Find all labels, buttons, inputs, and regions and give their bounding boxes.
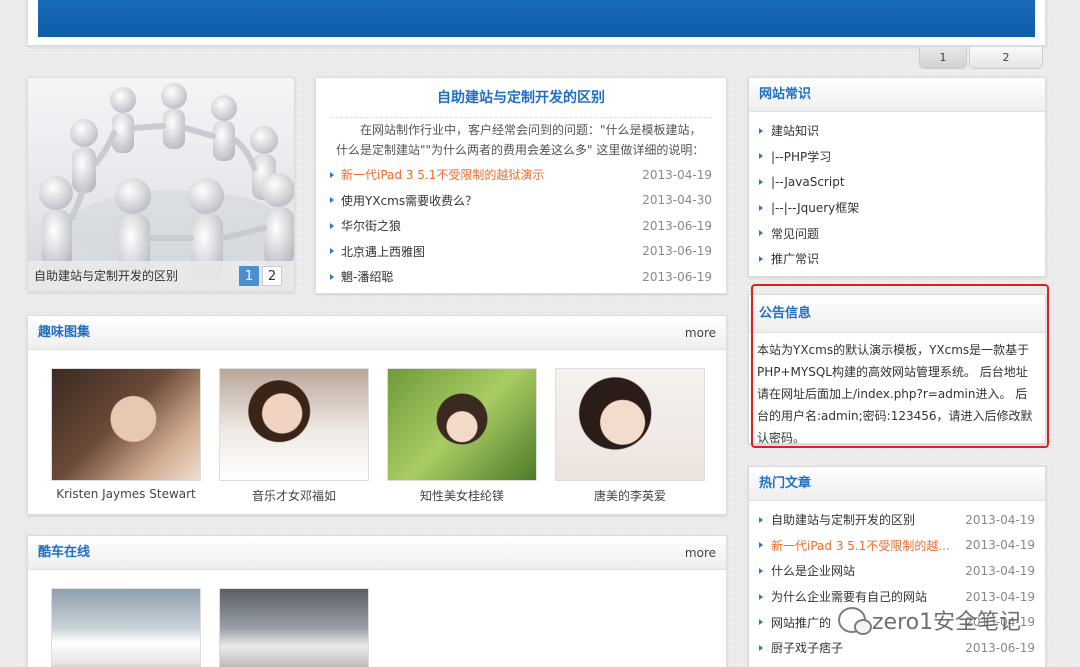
bullet-icon <box>330 222 334 229</box>
knowledge-header: 网站常识 <box>749 78 1045 112</box>
hot-articles-list: 自助建站与定制开发的区别 2013-04-19 新一代iPad 3 5.1不受限制… <box>749 501 1045 661</box>
list-item[interactable]: |--JavaScript <box>759 169 1035 195</box>
banner-page-1[interactable]: 1 <box>919 47 967 69</box>
bullet-icon <box>759 567 763 574</box>
gallery-item[interactable]: 唐美的李英爱 <box>555 368 705 504</box>
bullet-icon <box>759 516 763 523</box>
list-item[interactable]: 新一代iPad 3 5.1不受限制的越... 2013-04-19 <box>759 533 1035 559</box>
hot-articles-header: 热门文章 <box>749 467 1045 501</box>
people-circle-illustration <box>39 83 294 280</box>
knowledge-list: 建站知识 |--PHP学习 |--JavaScript |--|--Jquery… <box>749 112 1045 272</box>
banner-page-2[interactable]: 2 <box>969 47 1043 69</box>
bullet-icon <box>759 593 763 600</box>
gallery-caption[interactable]: Kristen Jaymes Stewart <box>51 487 201 501</box>
banner-bar <box>38 0 1035 37</box>
list-item[interactable]: 建站知识 <box>759 118 1035 144</box>
hot-articles-section: 热门文章 自助建站与定制开发的区别 2013-04-19 新一代iPad 3 5.… <box>748 466 1046 667</box>
list-item[interactable]: 常见问题 <box>759 220 1035 246</box>
headline-news-list: 新一代iPad 3 5.1不受限制的越狱演示 2013-04-19 使用YXcms… <box>330 162 712 290</box>
bullet-icon <box>759 255 763 262</box>
gallery-photo[interactable] <box>555 368 705 481</box>
gallery-caption[interactable]: 知性美女桂纶镁 <box>387 487 537 504</box>
cars-thumbnails <box>28 570 726 667</box>
gallery-section: 趣味图集 more Kristen Jaymes Stewart 音乐才女邓福如… <box>27 315 727 515</box>
gallery-thumbnails: Kristen Jaymes Stewart 音乐才女邓福如 知性美女桂纶镁 唐… <box>28 350 726 504</box>
gallery-header: 趣味图集 more <box>28 316 726 350</box>
gallery-photo[interactable] <box>51 368 201 481</box>
gallery-item[interactable]: 音乐才女邓福如 <box>219 368 369 504</box>
cars-title: 酷车在线 <box>38 545 91 560</box>
gallery-item[interactable]: Kristen Jaymes Stewart <box>51 368 201 504</box>
hot-articles-title: 热门文章 <box>759 476 812 491</box>
bullet-icon <box>759 204 763 211</box>
bullet-icon <box>330 171 334 178</box>
gallery-title: 趣味图集 <box>38 325 91 340</box>
list-item[interactable]: |--|--Jquery框架 <box>759 195 1035 221</box>
bullet-icon <box>759 178 763 185</box>
notice-header: 公告信息 <box>749 295 1045 333</box>
top-banner <box>27 0 1046 46</box>
gallery-caption[interactable]: 音乐才女邓福如 <box>219 487 369 504</box>
gallery-photo[interactable] <box>387 368 537 481</box>
bullet-icon <box>330 197 334 204</box>
banner-pager: 1 2 <box>919 47 1043 69</box>
slideshow[interactable]: 自助建站与定制开发的区别 1 2 <box>27 77 295 292</box>
slideshow-image[interactable] <box>28 78 294 291</box>
list-item[interactable]: 什么是企业网站 2013-04-19 <box>759 558 1035 584</box>
knowledge-section: 网站常识 建站知识 |--PHP学习 |--JavaScript |--|--J… <box>748 77 1046 277</box>
notice-body: 本站为YXcms的默认演示模板，YXcms是一款基于PHP+MYSQL构建的高效… <box>757 343 1033 445</box>
bullet-icon <box>759 153 763 160</box>
slideshow-pager: 1 2 <box>239 266 282 286</box>
gallery-photo[interactable] <box>219 368 369 481</box>
gallery-caption[interactable]: 唐美的李英爱 <box>555 487 705 504</box>
list-item[interactable]: |--PHP学习 <box>759 144 1035 170</box>
list-item[interactable]: 华尔街之狼 2013-06-19 <box>330 213 712 239</box>
cars-header: 酷车在线 more <box>28 536 726 570</box>
list-item[interactable]: 新一代iPad 3 5.1不受限制的越狱演示 2013-04-19 <box>330 162 712 188</box>
bullet-icon <box>759 230 763 237</box>
bullet-icon <box>759 644 763 651</box>
headline-title[interactable]: 自助建站与定制开发的区别 <box>330 78 712 118</box>
list-item[interactable]: 推广常识 <box>759 246 1035 272</box>
bullet-icon <box>759 619 763 626</box>
bullet-icon <box>330 273 334 280</box>
bullet-icon <box>330 248 334 255</box>
list-item[interactable]: 北京遇上西雅图 2013-06-19 <box>330 239 712 265</box>
car-photo[interactable] <box>219 588 369 667</box>
watermark-text: zero1安全笔记 <box>872 610 1022 635</box>
list-item[interactable]: 自助建站与定制开发的区别 2013-04-19 <box>759 507 1035 533</box>
cars-section: 酷车在线 more <box>27 535 727 667</box>
slide-page-1[interactable]: 1 <box>239 266 259 286</box>
gallery-item[interactable]: 知性美女桂纶镁 <box>387 368 537 504</box>
cars-more-link[interactable]: more <box>685 536 716 569</box>
list-item[interactable]: 厨子戏子痞子 2013-06-19 <box>759 635 1035 661</box>
wechat-icon <box>838 607 872 635</box>
gallery-more-link[interactable]: more <box>685 316 716 349</box>
headline-description: 在网站制作行业中，客户经常会问到的问题："什么是模板建站，什么是定制建站""为什… <box>336 123 705 157</box>
knowledge-title: 网站常识 <box>759 87 812 102</box>
headline-news: 自助建站与定制开发的区别 在网站制作行业中，客户经常会问到的问题："什么是模板建… <box>315 77 727 294</box>
notice-title: 公告信息 <box>759 306 812 321</box>
car-photo[interactable] <box>51 588 201 667</box>
list-item[interactable]: 魍-潘绍聪 2013-06-19 <box>330 264 712 290</box>
notice-section: 公告信息 本站为YXcms的默认演示模板，YXcms是一款基于PHP+MYSQL… <box>748 294 1046 445</box>
bullet-icon <box>759 542 763 549</box>
slide-page-2[interactable]: 2 <box>262 266 282 286</box>
bullet-icon <box>759 127 763 134</box>
watermark: zero1安全笔记 <box>838 604 1021 636</box>
list-item[interactable]: 使用YXcms需要收费么？ 2013-04-30 <box>330 188 712 214</box>
